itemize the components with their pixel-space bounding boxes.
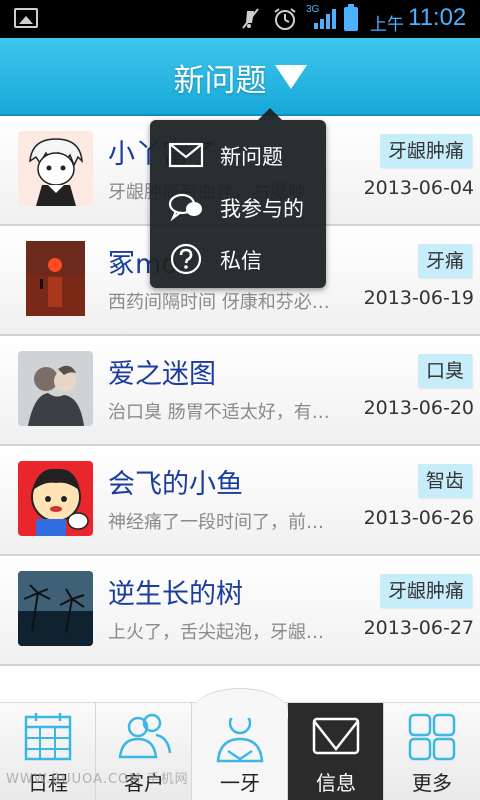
question-date: 2013-06-20 xyxy=(363,397,474,419)
page-title: 新问题 xyxy=(173,62,267,99)
menu-item-new-questions[interactable]: 新问题 xyxy=(150,130,326,180)
palm-trees-avatar xyxy=(18,571,93,646)
signal-icon xyxy=(314,9,336,29)
list-item[interactable]: 爱之迷图 治口臭 肠胃不适太好，有… 2013-06-20 口臭 xyxy=(0,336,480,446)
grid-icon xyxy=(408,713,456,761)
alarm-icon xyxy=(274,8,296,30)
question-snippet: 治口臭 肠胃不适太好，有… xyxy=(108,402,330,423)
question-snippet: 西药间隔时间 伢康和芬必… xyxy=(108,292,330,313)
watermark: WWW.BUUOA.COM 手机网 xyxy=(6,772,189,787)
menu-item-participated[interactable]: 我参与的 xyxy=(150,182,326,232)
dropdown-menu: 新问题 我参与的 私信 xyxy=(150,108,326,288)
caret-down-icon xyxy=(274,65,307,89)
couple-photo-avatar xyxy=(18,351,93,426)
tab-more[interactable]: 更多 xyxy=(384,703,480,800)
question-circle-icon xyxy=(170,243,202,275)
question-date: 2013-06-04 xyxy=(363,177,474,199)
question-tag: 智齿 xyxy=(417,464,472,498)
question-tag: 牙龈肿痛 xyxy=(379,574,472,608)
chat-bubbles-icon xyxy=(168,193,202,222)
sunset-avatar xyxy=(18,241,93,316)
battery-icon xyxy=(344,4,358,31)
calendar-icon xyxy=(24,713,72,761)
menu-item-label: 我参与的 xyxy=(220,197,304,221)
question-tag: 口臭 xyxy=(417,354,472,388)
question-tag: 牙龈肿痛 xyxy=(379,134,472,168)
ampm-label: 上午 xyxy=(370,15,404,35)
tab-messages[interactable]: 信息 xyxy=(288,703,384,800)
question-date: 2013-06-27 xyxy=(363,617,474,639)
question-snippet: 上火了，舌尖起泡，牙龈… xyxy=(108,622,324,643)
list-item[interactable]: 会飞的小鱼 神经痛了一段时间了，前… 2013-06-26 智齿 xyxy=(0,446,480,556)
question-snippet: 神经痛了一段时间了，前… xyxy=(108,512,324,533)
clock: 11:02 xyxy=(408,4,467,31)
question-author: 会飞的小鱼 xyxy=(108,469,243,500)
status-bar: 3G 上午 11:02 xyxy=(0,0,480,38)
menu-item-label: 私信 xyxy=(220,249,262,273)
cartoon-kid-avatar xyxy=(18,461,93,536)
question-author: 爱之迷图 xyxy=(108,359,216,390)
tab-label: 信息 xyxy=(316,771,356,795)
list-item[interactable]: 逆生长的树 上火了，舌尖起泡，牙龈… 2013-06-27 牙龈肿痛 xyxy=(0,556,480,666)
gallery-icon xyxy=(14,8,38,28)
mute-icon xyxy=(242,8,259,29)
menu-item-private-messages[interactable]: 私信 xyxy=(150,234,326,284)
tab-label: 一牙 xyxy=(220,771,260,795)
question-date: 2013-06-19 xyxy=(363,287,474,309)
anime-character-avatar xyxy=(18,131,93,206)
question-author: 逆生长的树 xyxy=(108,579,243,610)
tab-label: 更多 xyxy=(412,771,452,795)
envelope-icon xyxy=(312,717,360,755)
menu-item-label: 新问题 xyxy=(220,145,283,169)
question-date: 2013-06-26 xyxy=(363,507,474,529)
group-icon xyxy=(118,713,172,759)
header: 新问题 xyxy=(0,38,480,116)
envelope-icon xyxy=(168,142,204,168)
header-title-toggle[interactable]: 新问题 xyxy=(0,38,480,116)
question-tag: 牙痛 xyxy=(417,244,472,278)
